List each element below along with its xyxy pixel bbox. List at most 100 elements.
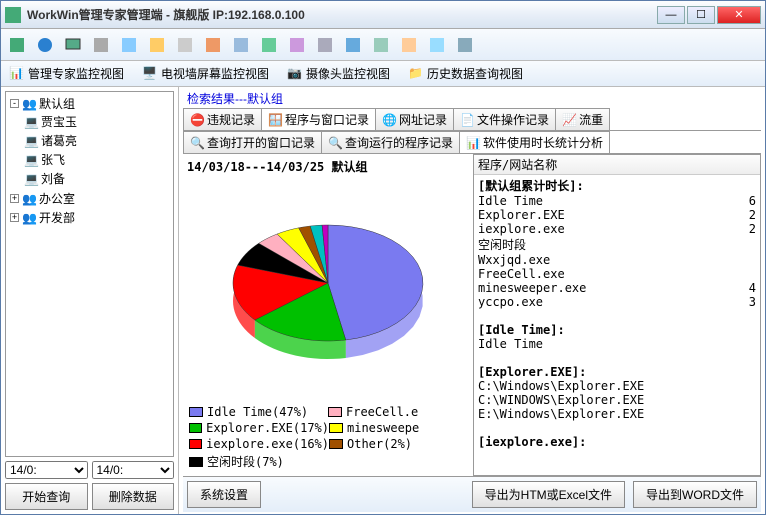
subtab-program-log[interactable]: 🔍查询运行的程序记录 bbox=[321, 131, 460, 153]
delete-data-button[interactable]: 删除数据 bbox=[92, 483, 175, 510]
main-toolbar bbox=[1, 29, 765, 61]
legend-item: 空闲时段(7%) bbox=[189, 453, 329, 470]
tab-file-op[interactable]: 📄文件操作记录 bbox=[453, 108, 556, 130]
list-item[interactable]: C:\Windows\Explorer.EXE bbox=[478, 379, 756, 393]
file-icon: 📄 bbox=[460, 113, 474, 127]
list-group-header: [iexplore.exe]: bbox=[478, 435, 756, 449]
legend-swatch bbox=[189, 407, 203, 417]
camera-icon: 📷 bbox=[287, 66, 303, 82]
group-icon: 👥 bbox=[22, 211, 36, 225]
tab-label: 电视墙屏幕监控视图 bbox=[161, 65, 269, 82]
toolbar-icon-11[interactable] bbox=[285, 33, 309, 57]
legend-swatch bbox=[328, 407, 342, 417]
tree-node-label[interactable]: 开发部 bbox=[39, 209, 75, 226]
tab-label: 管理专家监控视图 bbox=[28, 65, 124, 82]
toolbar-icon-5[interactable] bbox=[117, 33, 141, 57]
toolbar-icon-4[interactable] bbox=[89, 33, 113, 57]
chart-icon: 📊 bbox=[466, 136, 480, 150]
window-icon: 🪟 bbox=[268, 113, 282, 127]
tree-node-label[interactable]: 诸葛亮 bbox=[41, 132, 77, 149]
legend-label: minesweepe bbox=[347, 421, 419, 435]
date-to-select[interactable]: 14/0: bbox=[92, 461, 175, 479]
tab-traffic[interactable]: 📈流重 bbox=[555, 108, 610, 130]
toolbar-icon-10[interactable] bbox=[257, 33, 281, 57]
list-item[interactable]: Idle Time6 bbox=[478, 194, 756, 208]
export-word-button[interactable]: 导出到WORD文件 bbox=[633, 481, 757, 508]
legend-swatch bbox=[189, 423, 202, 433]
group-icon: 👥 bbox=[22, 192, 36, 206]
tab-label: 历史数据查询视图 bbox=[427, 65, 523, 82]
app-icon bbox=[5, 7, 21, 23]
tree-node-label[interactable]: 贾宝玉 bbox=[41, 113, 77, 130]
legend-label: Other(2%) bbox=[347, 437, 412, 451]
toolbar-icon-monitor[interactable] bbox=[61, 33, 85, 57]
legend-swatch bbox=[189, 439, 202, 449]
legend-label: Explorer.EXE(17%) bbox=[206, 421, 329, 435]
expand-icon[interactable]: + bbox=[10, 213, 19, 222]
toolbar-icon-9[interactable] bbox=[229, 33, 253, 57]
legend-swatch bbox=[329, 439, 343, 449]
close-button[interactable]: ✕ bbox=[717, 6, 761, 24]
expand-icon[interactable]: + bbox=[10, 194, 19, 203]
list-group-header: [Idle Time]: bbox=[478, 323, 756, 337]
tab-history-view[interactable]: 📁历史数据查询视图 bbox=[404, 63, 527, 84]
tab-program-window[interactable]: 🪟程序与窗口记录 bbox=[261, 108, 376, 130]
export-htm-button[interactable]: 导出为HTM或Excel文件 bbox=[472, 481, 625, 508]
toolbar-icon-6[interactable] bbox=[145, 33, 169, 57]
list-item[interactable]: FreeCell.exe bbox=[478, 267, 756, 281]
tab-label: 摄像头监控视图 bbox=[306, 65, 390, 82]
tree-node-label[interactable]: 默认组 bbox=[39, 95, 75, 112]
tree-node-label[interactable]: 办公室 bbox=[39, 190, 75, 207]
toolbar-icon-12[interactable] bbox=[313, 33, 337, 57]
legend-swatch bbox=[329, 423, 343, 433]
tab-url[interactable]: 🌐网址记录 bbox=[375, 108, 454, 130]
legend-label: iexplore.exe(16%) bbox=[206, 437, 329, 451]
minimize-button[interactable]: — bbox=[657, 6, 685, 24]
window-title: WorkWin管理专家管理端 - 旗舰版 IP:192.168.0.100 bbox=[27, 6, 657, 23]
toolbar-icon-13[interactable] bbox=[341, 33, 365, 57]
tab-violation[interactable]: ⛔违规记录 bbox=[183, 108, 262, 130]
chart-legend: Idle Time(47%)FreeCell.eExplorer.EXE(17%… bbox=[185, 403, 471, 474]
chart-title: 14/03/18---14/03/25 默认组 bbox=[185, 156, 471, 177]
list-item[interactable]: yccpo.exe3 bbox=[478, 295, 756, 309]
start-query-button[interactable]: 开始查询 bbox=[5, 483, 88, 510]
list-item[interactable]: Idle Time bbox=[478, 337, 756, 351]
tab-tvwall-view[interactable]: 🖥️电视墙屏幕监控视图 bbox=[138, 63, 273, 84]
list-item[interactable]: C:\WINDOWS\Explorer.EXE bbox=[478, 393, 756, 407]
tab-monitor-view[interactable]: 📊管理专家监控视图 bbox=[5, 63, 128, 84]
toolbar-icon-17[interactable] bbox=[453, 33, 477, 57]
stop-icon: ⛔ bbox=[190, 113, 204, 127]
toolbar-icon-8[interactable] bbox=[201, 33, 225, 57]
list-item[interactable]: minesweeper.exe4 bbox=[478, 281, 756, 295]
toolbar-icon-1[interactable] bbox=[5, 33, 29, 57]
content-area: 检索结果---默认组 ⛔违规记录 🪟程序与窗口记录 🌐网址记录 📄文件操作记录 … bbox=[179, 87, 765, 514]
toolbar-icon-7[interactable] bbox=[173, 33, 197, 57]
toolbar-icon-14[interactable] bbox=[369, 33, 393, 57]
pie-chart bbox=[223, 205, 433, 375]
toolbar-icon-15[interactable] bbox=[397, 33, 421, 57]
search-result-label: 检索结果---默认组 bbox=[183, 89, 761, 108]
legend-label: Idle Time(47%) bbox=[207, 405, 308, 419]
tree-node-label[interactable]: 张飞 bbox=[41, 151, 65, 168]
legend-label: 空闲时段(7%) bbox=[207, 453, 284, 470]
group-tree[interactable]: -👥默认组 💻贾宝玉 💻诸葛亮 💻张飞 💻刘备 +👥办公室 +👥开发部 bbox=[5, 91, 174, 457]
system-settings-button[interactable]: 系统设置 bbox=[187, 481, 261, 508]
tree-node-label[interactable]: 刘备 bbox=[41, 170, 65, 187]
list-item[interactable]: 空闲时段 bbox=[478, 236, 756, 253]
expand-icon[interactable]: - bbox=[10, 99, 19, 108]
list-item[interactable]: iexplore.exe2 bbox=[478, 222, 756, 236]
date-from-select[interactable]: 14/0: bbox=[5, 461, 88, 479]
program-list[interactable]: [默认组累计时长]:Idle Time6Explorer.EXE2iexplor… bbox=[474, 175, 760, 475]
sub-tabs: 🔍查询打开的窗口记录 🔍查询运行的程序记录 📊软件使用时长统计分析 bbox=[183, 131, 761, 154]
toolbar-icon-16[interactable] bbox=[425, 33, 449, 57]
subtab-usage-stats[interactable]: 📊软件使用时长统计分析 bbox=[459, 131, 610, 153]
subtab-window-log[interactable]: 🔍查询打开的窗口记录 bbox=[183, 131, 322, 153]
toolbar-icon-globe[interactable] bbox=[33, 33, 57, 57]
list-item[interactable]: Explorer.EXE2 bbox=[478, 208, 756, 222]
tvwall-icon: 🖥️ bbox=[142, 66, 158, 82]
list-item[interactable]: E:\Windows\Explorer.EXE bbox=[478, 407, 756, 421]
list-item[interactable]: Wxxjqd.exe bbox=[478, 253, 756, 267]
legend-swatch bbox=[189, 457, 203, 467]
maximize-button[interactable]: ☐ bbox=[687, 6, 715, 24]
tab-camera-view[interactable]: 📷摄像头监控视图 bbox=[283, 63, 394, 84]
